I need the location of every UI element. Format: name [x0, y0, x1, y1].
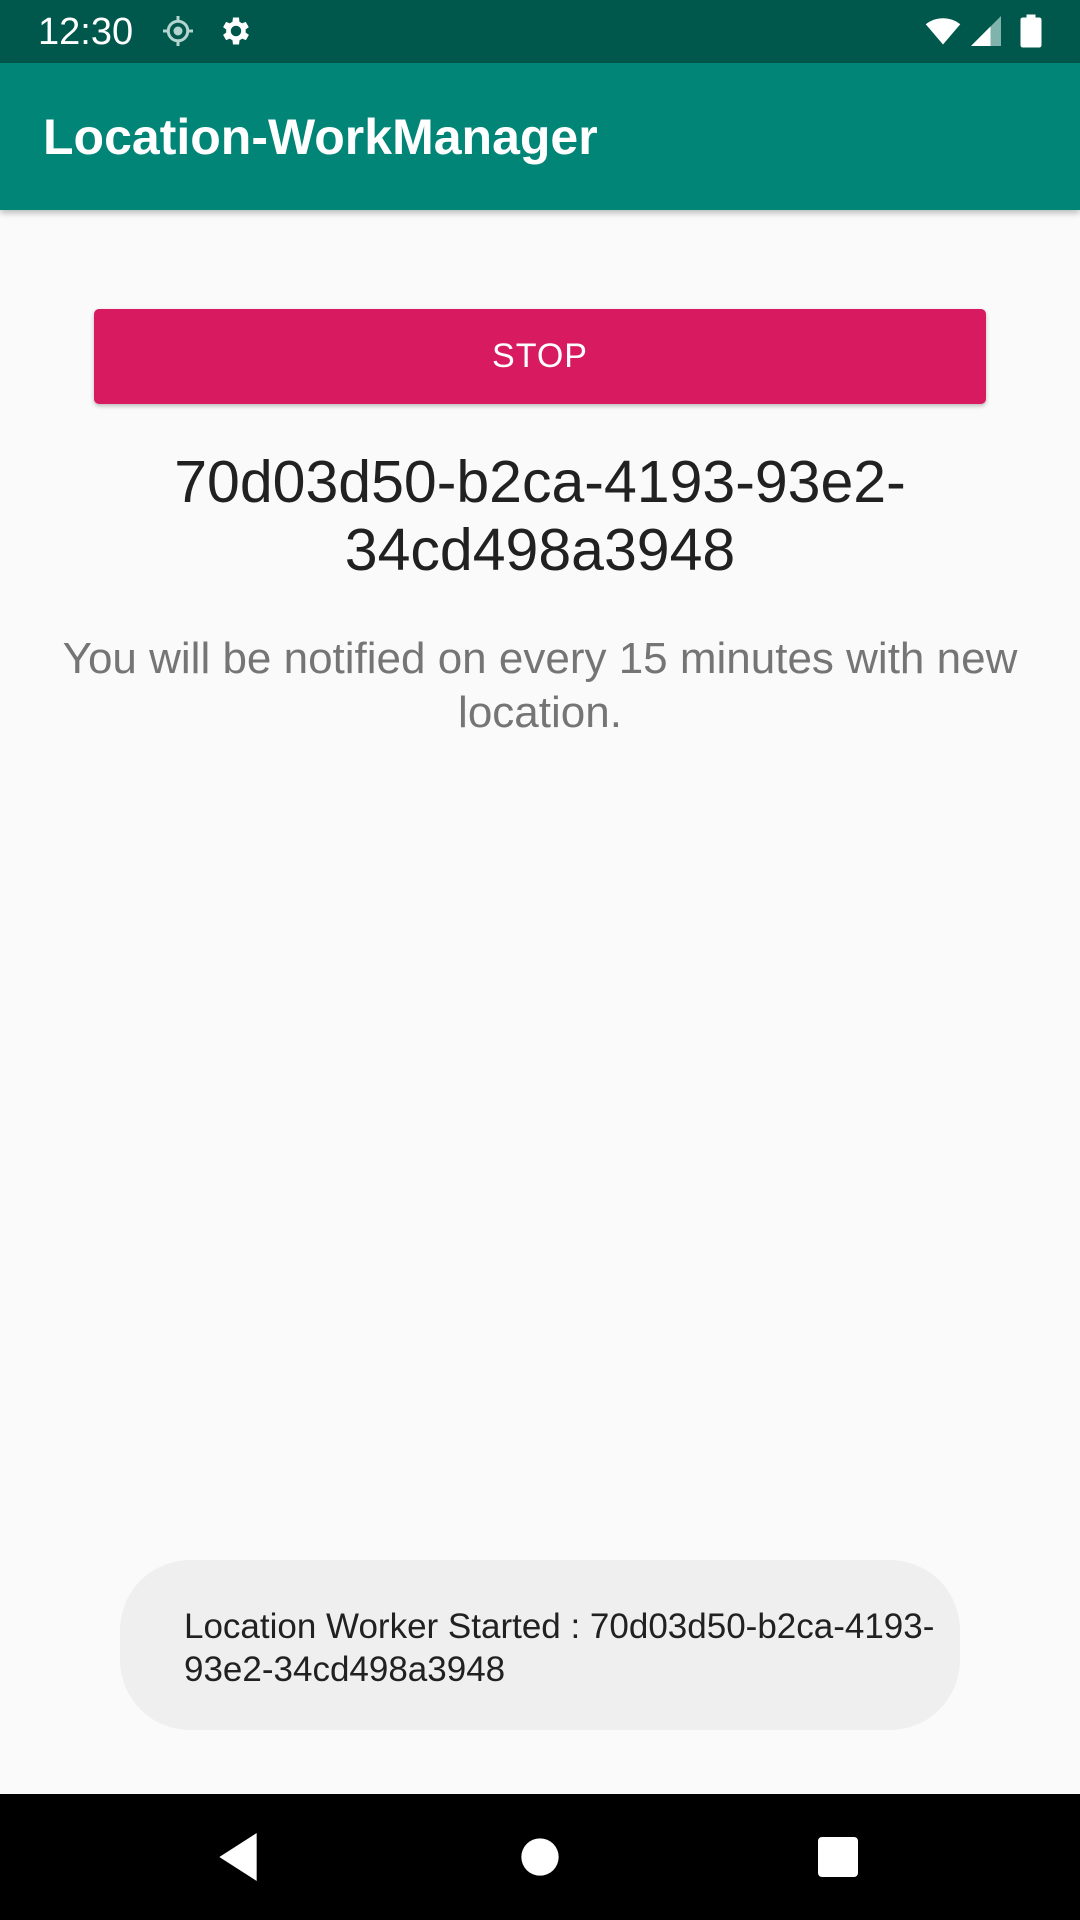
- stop-button[interactable]: STOP: [94, 309, 986, 404]
- battery-icon: [1014, 13, 1048, 49]
- toast-text: Location Worker Started : 70d03d50-b2ca-…: [184, 1607, 935, 1689]
- screen: 12:30 Location-WorkManager STOP 70d03d50…: [0, 0, 1080, 1920]
- status-time: 12:30: [38, 11, 134, 53]
- settings-icon: [218, 13, 254, 49]
- wifi-icon: [922, 13, 964, 49]
- app-bar: Location-WorkManager: [0, 63, 1080, 210]
- recents-icon[interactable]: [806, 1825, 870, 1889]
- back-icon[interactable]: [206, 1825, 270, 1889]
- work-id-text: 70d03d50-b2ca-4193-93e2-34cd498a3948: [174, 449, 906, 583]
- notification-notice: You will be notified on every 15 minutes…: [62, 634, 1018, 737]
- app-title: Location-WorkManager: [43, 109, 598, 165]
- home-icon[interactable]: [508, 1825, 572, 1889]
- status-bar: 12:30: [0, 0, 1080, 63]
- navigation-bar: [0, 1794, 1080, 1920]
- toast-message: Location Worker Started : 70d03d50-b2ca-…: [120, 1560, 960, 1730]
- signal-icon: [968, 13, 1004, 49]
- location-icon: [160, 13, 196, 49]
